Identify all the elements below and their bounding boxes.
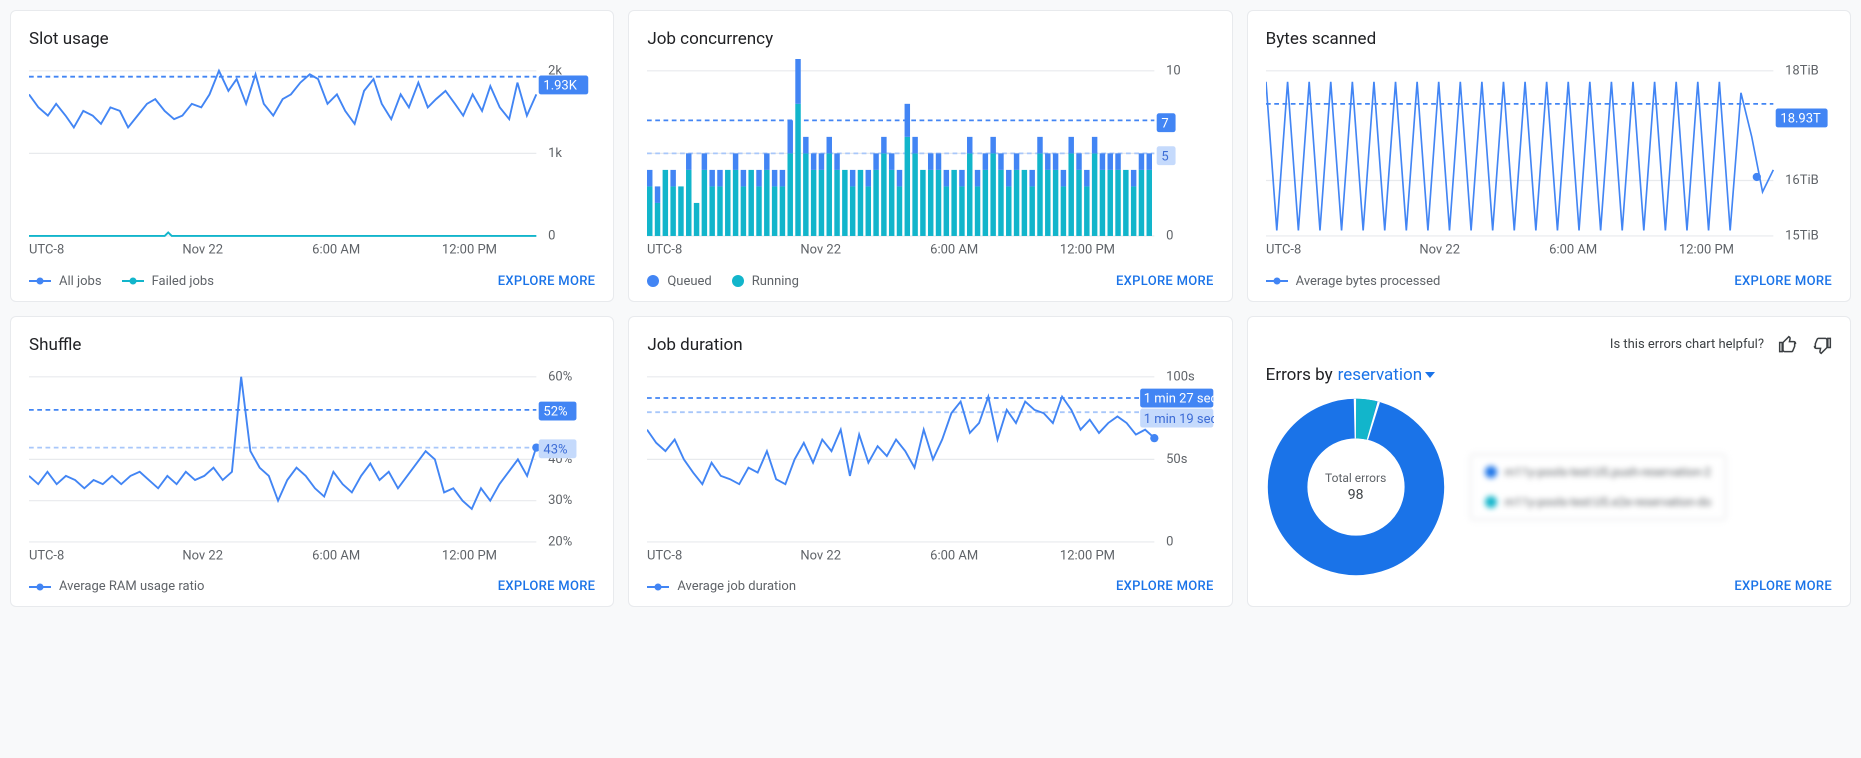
chart-slot-usage: 2k 1k 0 1.93K UTC-8 Nov 22 6:00 AM 12:00…	[29, 59, 595, 260]
svg-text:100s: 100s	[1166, 369, 1195, 384]
svg-text:UTC-8: UTC-8	[1266, 243, 1301, 258]
donut-legend-label: m11y-pools-test:US.e2e-reservation-do	[1505, 495, 1712, 509]
svg-text:0: 0	[548, 229, 555, 244]
donut-area: Total errors 98 m11y-pools-test:US.push-…	[1266, 397, 1832, 577]
legend-label: Failed jobs	[152, 274, 214, 289]
legend-failed-jobs: Failed jobs	[122, 274, 214, 289]
explore-more-button[interactable]: EXPLORE MORE	[1734, 579, 1832, 594]
donut-legend: m11y-pools-test:US.push-reservation-2 m1…	[1470, 454, 1727, 520]
card-title: Shuffle	[29, 335, 595, 355]
svg-text:6:00 AM: 6:00 AM	[930, 548, 978, 563]
svg-text:15TiB: 15TiB	[1785, 229, 1819, 244]
legend-running: Running	[732, 274, 799, 289]
errors-title-prefix: Errors by	[1266, 365, 1333, 385]
card-bytes-scanned: Bytes scanned 18TiB 16TiB 15TiB 18.93T U…	[1247, 10, 1851, 302]
legend-label: Average RAM usage ratio	[59, 579, 204, 594]
legend-avg-duration: Average job duration	[647, 579, 796, 594]
svg-text:UTC-8: UTC-8	[29, 243, 64, 258]
svg-text:12:00 PM: 12:00 PM	[1679, 243, 1734, 258]
card-title: Bytes scanned	[1266, 29, 1832, 49]
svg-text:UTC-8: UTC-8	[647, 548, 682, 563]
svg-text:43%: 43%	[543, 442, 567, 457]
svg-text:12:00 PM: 12:00 PM	[1060, 243, 1115, 258]
thumb-down-icon[interactable]	[1812, 335, 1832, 355]
chart-job-duration: 100s 50s 0 1 min 27 sec 1 min 19 sec UTC…	[647, 365, 1213, 566]
svg-text:Nov 22: Nov 22	[801, 548, 842, 563]
donut-center-label: Total errors	[1325, 471, 1386, 485]
legend: Queued Running	[647, 274, 799, 289]
donut-legend-item: m11y-pools-test:US.push-reservation-2	[1485, 465, 1712, 479]
card-title: Slot usage	[29, 29, 595, 49]
svg-text:1 min 19 sec: 1 min 19 sec	[1144, 411, 1214, 426]
svg-text:18.93T: 18.93T	[1780, 112, 1821, 127]
svg-text:20%: 20%	[548, 534, 572, 549]
chart-job-concurrency: 10 0 7 5 UTC-8 Nov 22 6:00 AM 12:00 PM	[647, 59, 1213, 260]
legend-label: Running	[752, 274, 799, 289]
legend: Average job duration	[647, 579, 796, 594]
svg-text:1.93K: 1.93K	[543, 79, 577, 94]
card-title: Job concurrency	[647, 29, 1213, 49]
explore-more-button[interactable]: EXPLORE MORE	[498, 579, 596, 594]
svg-text:0: 0	[1166, 229, 1173, 244]
legend-ram-ratio: Average RAM usage ratio	[29, 579, 204, 594]
legend: All jobs Failed jobs	[29, 274, 214, 289]
legend-all-jobs: All jobs	[29, 274, 102, 289]
svg-text:60%: 60%	[548, 369, 572, 384]
card-job-duration: Job duration 100s 50s 0 1 min 27 sec 1 m…	[628, 316, 1232, 608]
donut-legend-label: m11y-pools-test:US.push-reservation-2	[1505, 465, 1711, 479]
helpful-text: Is this errors chart helpful?	[1610, 337, 1764, 352]
legend: Average RAM usage ratio	[29, 579, 204, 594]
legend-label: Average job duration	[677, 579, 796, 594]
chart-shuffle: 60% 40% 30% 20% 52% 43% UTC-8 Nov 22 6:0…	[29, 365, 595, 566]
svg-text:6:00 AM: 6:00 AM	[1549, 243, 1597, 258]
legend-label: Queued	[667, 274, 711, 289]
svg-text:Nov 22: Nov 22	[182, 243, 223, 258]
donut-legend-item: m11y-pools-test:US.e2e-reservation-do	[1485, 495, 1712, 509]
legend-label: Average bytes processed	[1296, 274, 1441, 289]
svg-text:12:00 PM: 12:00 PM	[1060, 548, 1115, 563]
explore-more-button[interactable]: EXPLORE MORE	[1116, 274, 1214, 289]
svg-text:1 min 27 sec: 1 min 27 sec	[1144, 391, 1214, 406]
errors-dropdown[interactable]: reservation	[1338, 365, 1435, 385]
svg-text:7: 7	[1162, 116, 1169, 131]
legend-queued: Queued	[647, 274, 711, 289]
chevron-down-icon	[1425, 372, 1435, 378]
errors-title: Errors by reservation	[1266, 365, 1832, 385]
donut-center-value: 98	[1325, 487, 1386, 503]
card-shuffle: Shuffle 60% 40% 30% 20% 52% 43% UTC-8	[10, 316, 614, 608]
svg-text:Nov 22: Nov 22	[182, 548, 223, 563]
card-title: Job duration	[647, 335, 1213, 355]
svg-text:UTC-8: UTC-8	[29, 548, 64, 563]
svg-text:1k: 1k	[548, 146, 562, 161]
legend-avg-bytes: Average bytes processed	[1266, 274, 1441, 289]
card-slot-usage: Slot usage 2k 1k 0 1.93K UTC-8 N	[10, 10, 614, 302]
svg-text:18TiB: 18TiB	[1785, 63, 1819, 78]
thumb-up-icon[interactable]	[1778, 335, 1798, 355]
svg-text:Nov 22: Nov 22	[1419, 243, 1460, 258]
explore-more-button[interactable]: EXPLORE MORE	[498, 274, 596, 289]
svg-text:12:00 PM: 12:00 PM	[442, 548, 497, 563]
card-job-concurrency: Job concurrency 10 0 7 5 UTC-8 N	[628, 10, 1232, 302]
svg-text:16TiB: 16TiB	[1785, 173, 1819, 188]
svg-text:52%: 52%	[543, 404, 567, 419]
legend: Average bytes processed	[1266, 274, 1441, 289]
explore-more-button[interactable]: EXPLORE MORE	[1734, 274, 1832, 289]
svg-text:6:00 AM: 6:00 AM	[930, 243, 978, 258]
card-errors: Is this errors chart helpful? Errors by …	[1247, 316, 1851, 608]
chart-bytes-scanned: 18TiB 16TiB 15TiB 18.93T UTC-8 Nov 22 6:…	[1266, 59, 1832, 260]
svg-text:30%: 30%	[548, 493, 572, 508]
svg-text:Nov 22: Nov 22	[801, 243, 842, 258]
svg-text:10: 10	[1166, 63, 1181, 78]
svg-text:6:00 AM: 6:00 AM	[312, 548, 360, 563]
explore-more-button[interactable]: EXPLORE MORE	[1116, 579, 1214, 594]
svg-text:6:00 AM: 6:00 AM	[312, 243, 360, 258]
svg-text:50s: 50s	[1166, 451, 1188, 466]
svg-text:0: 0	[1166, 534, 1173, 549]
svg-text:12:00 PM: 12:00 PM	[442, 243, 497, 258]
legend-label: All jobs	[59, 274, 102, 289]
svg-text:5: 5	[1162, 149, 1169, 164]
dropdown-label: reservation	[1338, 365, 1422, 385]
svg-text:UTC-8: UTC-8	[647, 243, 682, 258]
